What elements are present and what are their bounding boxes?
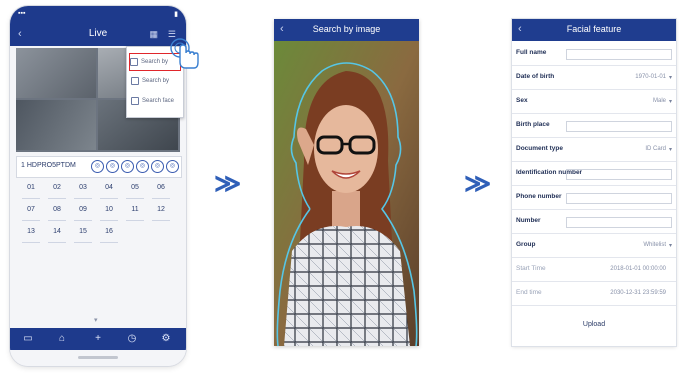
image-icon bbox=[131, 77, 139, 85]
control-bar: 1 HDPRO5PTDM ◎ ◎ ◎ ◎ ◎ ◎ bbox=[16, 156, 182, 178]
chevron-down-icon: ▾ bbox=[668, 75, 672, 81]
form-row-number[interactable]: Number bbox=[512, 213, 676, 234]
channel-item[interactable]: 04 bbox=[100, 184, 118, 199]
form-row-group[interactable]: Group Whitelist ▾ bbox=[512, 237, 676, 258]
form-row-phone-number[interactable]: Phone number bbox=[512, 189, 676, 210]
channel-item[interactable]: 15 bbox=[74, 228, 92, 243]
nav-bar: ‹ Facial feature bbox=[512, 19, 676, 41]
text-input[interactable] bbox=[566, 217, 672, 228]
control-button[interactable]: ◎ bbox=[151, 160, 164, 173]
home-icon[interactable]: ⌂ bbox=[56, 333, 68, 345]
device-name: 1 HDPRO5PTDM bbox=[21, 162, 76, 169]
text-input[interactable] bbox=[566, 193, 672, 204]
face-photo[interactable] bbox=[274, 41, 419, 346]
channel-item[interactable]: 16 bbox=[100, 228, 118, 243]
channel-item[interactable]: 14 bbox=[48, 228, 66, 243]
nav-bar: ‹ Search by image bbox=[274, 19, 419, 41]
channel-item[interactable]: 03 bbox=[74, 184, 92, 199]
step-arrow-1-icon: ≫ bbox=[214, 168, 241, 198]
channel-item[interactable]: 05 bbox=[126, 184, 144, 199]
channel-item[interactable]: 11 bbox=[126, 206, 144, 221]
home-indicator bbox=[78, 356, 118, 359]
form-row-birth-place[interactable]: Birth place bbox=[512, 117, 676, 138]
form-row-document-type[interactable]: Document type ID Card ▾ bbox=[512, 141, 676, 162]
channel-item[interactable]: 08 bbox=[48, 206, 66, 221]
form-row-start-time[interactable]: Start Time 2018-01-01 00:00:00 bbox=[512, 261, 676, 282]
add-icon[interactable]: + bbox=[92, 333, 104, 345]
form-row-identification-number[interactable]: Identification number bbox=[512, 165, 676, 186]
scroll-indicator-icon: ▾ bbox=[94, 317, 98, 324]
tab-bar: ▭ ⌂ + ◷ ⚙ bbox=[10, 328, 186, 350]
monitor-icon[interactable]: ▭ bbox=[22, 333, 34, 345]
chevron-down-icon: ▾ bbox=[668, 147, 672, 153]
step-arrow-2-icon: ≫ bbox=[464, 168, 491, 198]
control-button[interactable]: ◎ bbox=[91, 160, 104, 173]
page-title: Facial feature bbox=[566, 24, 622, 34]
tap-hand-icon bbox=[170, 38, 199, 69]
text-input[interactable] bbox=[566, 121, 672, 132]
channel-item[interactable]: 09 bbox=[74, 206, 92, 221]
form-row-full-name[interactable]: Full name bbox=[512, 45, 676, 66]
search-icon bbox=[130, 58, 138, 66]
video-cell[interactable] bbox=[16, 48, 96, 98]
control-button[interactable]: ◎ bbox=[121, 160, 134, 173]
page-title: Search by image bbox=[312, 24, 381, 34]
video-cell[interactable] bbox=[16, 100, 96, 150]
phone-search-by-image: ‹ Search by image bbox=[274, 19, 419, 346]
text-input[interactable] bbox=[566, 49, 672, 60]
channel-item[interactable]: 13 bbox=[22, 228, 40, 243]
form-row-end-time[interactable]: End time 2030-12-31 23:59:59 bbox=[512, 285, 676, 306]
upload-button[interactable]: Upload bbox=[512, 321, 676, 328]
phone-live-view: ▪▪▪ ▮ ‹ ▦ ☰ Live Search by Search by Sea… bbox=[10, 6, 186, 366]
channel-item[interactable]: 12 bbox=[152, 206, 170, 221]
face-icon bbox=[131, 97, 139, 105]
settings-icon[interactable]: ⚙ bbox=[160, 333, 172, 345]
menu-item-search-by-2[interactable]: Search by bbox=[131, 73, 179, 89]
form-row-sex[interactable]: Sex Male ▾ bbox=[512, 93, 676, 114]
signal-icon: ▪▪▪ bbox=[18, 10, 26, 17]
channel-item[interactable]: 06 bbox=[152, 184, 170, 199]
phone-facial-feature: ‹ Facial feature Full name Date of birth… bbox=[512, 19, 676, 346]
menu-item-search-face[interactable]: Search face bbox=[131, 93, 179, 109]
channel-item[interactable]: 10 bbox=[100, 206, 118, 221]
control-button[interactable]: ◎ bbox=[166, 160, 179, 173]
control-button[interactable]: ◎ bbox=[136, 160, 149, 173]
page-title: Live bbox=[88, 28, 108, 39]
channel-item[interactable]: 02 bbox=[48, 184, 66, 199]
control-button[interactable]: ◎ bbox=[106, 160, 119, 173]
status-bar: ▪▪▪ ▮ bbox=[10, 6, 186, 24]
channel-item[interactable]: 01 bbox=[22, 184, 40, 199]
text-input[interactable] bbox=[566, 169, 672, 180]
chevron-down-icon: ▾ bbox=[668, 99, 672, 105]
form-row-date-of-birth[interactable]: Date of birth 1970-01-01 ▾ bbox=[512, 69, 676, 90]
playback-icon[interactable]: ◷ bbox=[126, 333, 138, 345]
battery-icon: ▮ bbox=[174, 11, 178, 18]
chevron-down-icon: ▾ bbox=[668, 243, 672, 249]
channel-item[interactable]: 07 bbox=[22, 206, 40, 221]
